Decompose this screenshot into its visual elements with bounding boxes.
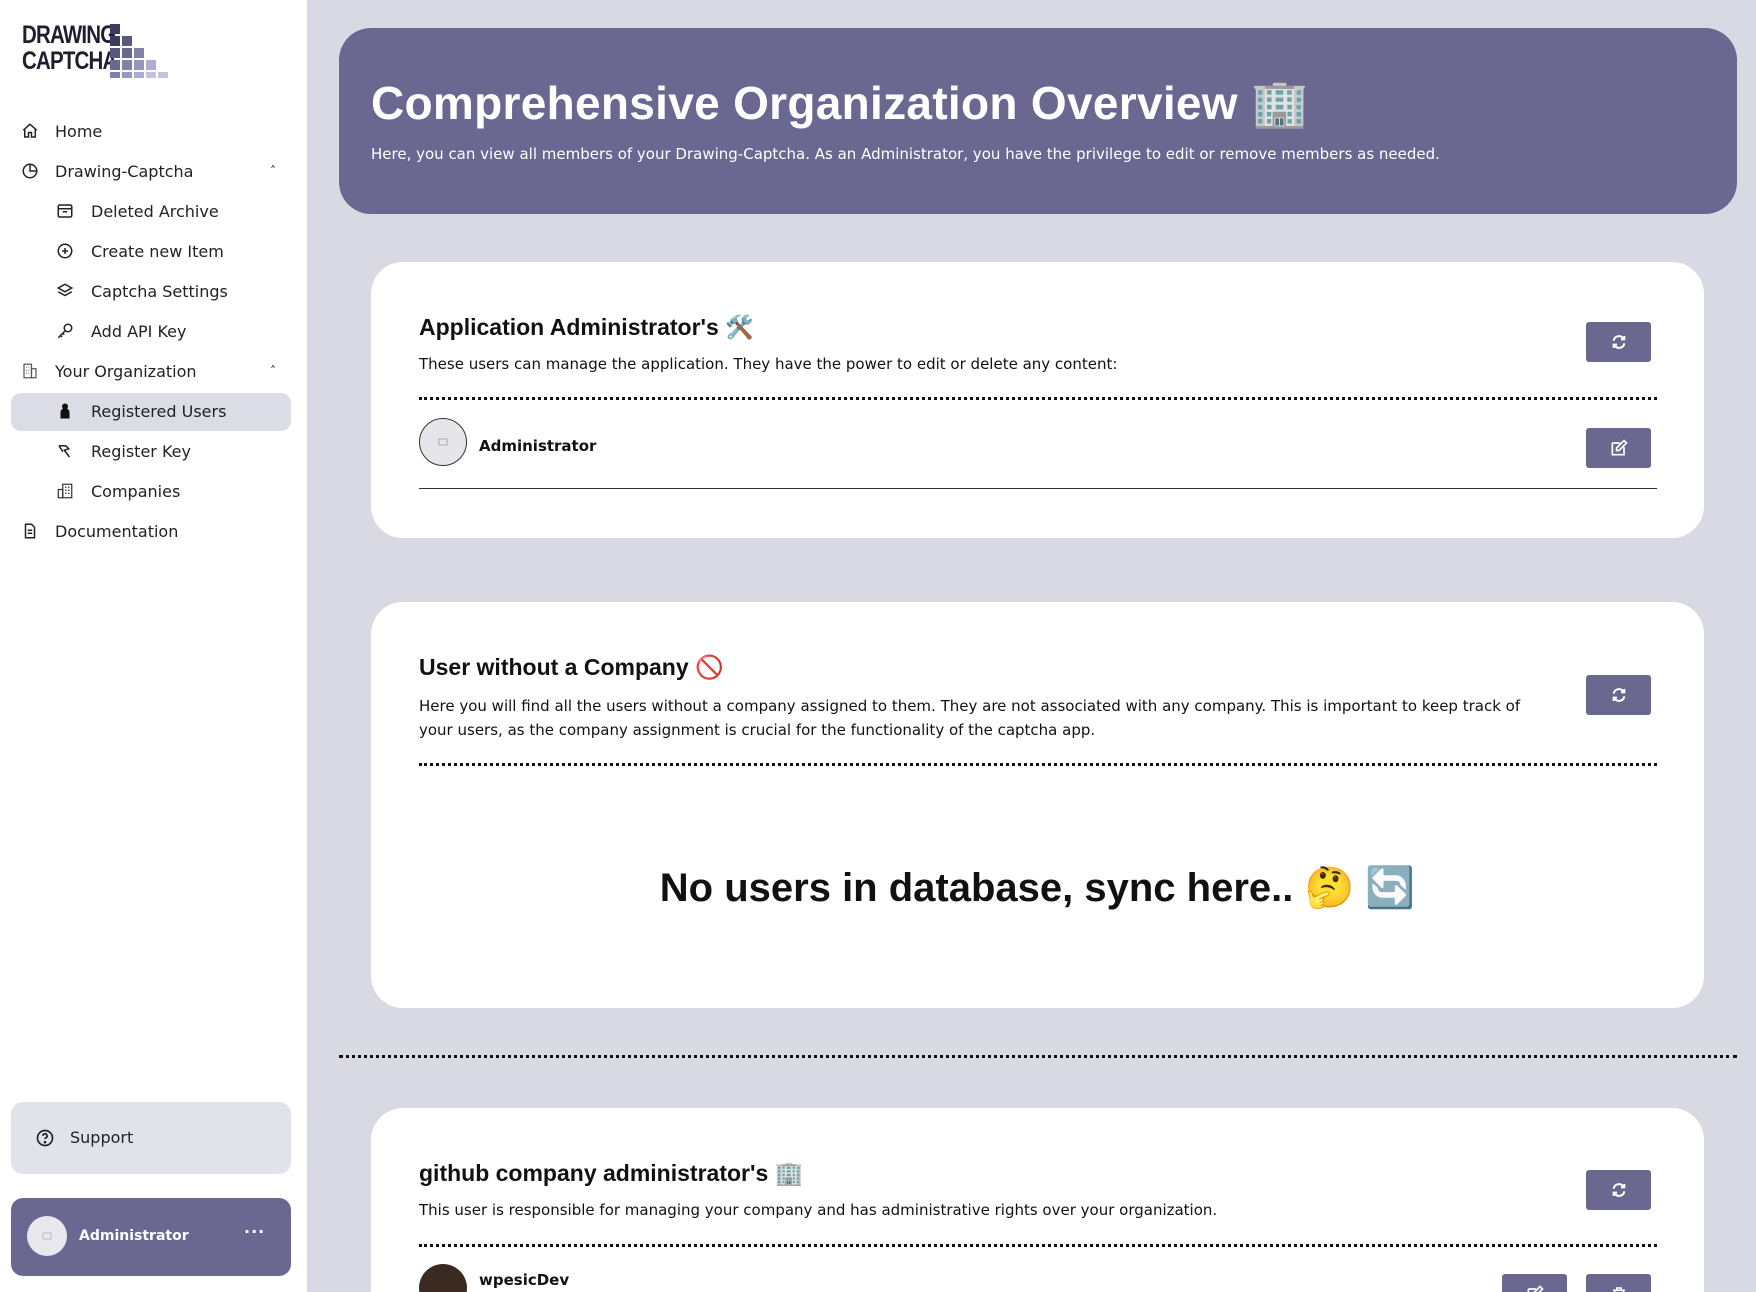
home-icon: [20, 121, 40, 141]
sidebar-nav: Home Drawing-Captcha ˄ Deleted Archive C…: [0, 111, 307, 551]
edit-button[interactable]: [1502, 1274, 1567, 1292]
sidebar-item-label: Add API Key: [91, 321, 187, 341]
company-admins-card: github company administrator's 🏢 This us…: [371, 1108, 1704, 1292]
sidebar-item-home[interactable]: Home: [0, 111, 307, 151]
more-options-icon[interactable]: ···: [244, 1222, 265, 1241]
no-company-card: User without a Company 🚫 Here you will f…: [371, 602, 1704, 1008]
section-divider: [339, 1055, 1737, 1058]
divider: [419, 763, 1657, 766]
sidebar-item-label: Create new Item: [91, 241, 224, 261]
sidebar-item-captcha-settings[interactable]: Captcha Settings: [0, 271, 307, 311]
divider: [419, 397, 1657, 400]
sidebar-item-label: Register Key: [91, 441, 191, 461]
sidebar-item-your-organization[interactable]: Your Organization ˄: [0, 351, 307, 391]
sidebar-item-documentation[interactable]: Documentation: [0, 511, 307, 551]
sidebar-item-label: Captcha Settings: [91, 281, 228, 301]
section-title: User without a Company 🚫: [419, 654, 724, 680]
section-description: This user is responsible for managing yo…: [419, 1201, 1218, 1219]
chevron-up-icon[interactable]: ˄: [270, 364, 276, 378]
sidebar-item-label: Deleted Archive: [91, 201, 219, 221]
sidebar-item-label: Home: [55, 121, 103, 141]
sidebar: DRAWING CAPTCHA Home Drawing-Captcha ˄ D…: [0, 0, 307, 1292]
archive-icon: [55, 201, 75, 221]
question-circle-icon: [35, 1128, 55, 1148]
sidebar-item-label: Documentation: [55, 521, 179, 541]
divider: [419, 488, 1657, 489]
sync-button[interactable]: [1586, 1170, 1651, 1210]
sidebar-item-label: Drawing-Captcha: [55, 161, 194, 181]
layers-icon: [55, 281, 75, 301]
section-description: Here you will find all the users without…: [419, 697, 1521, 739]
plus-circle-icon: [55, 241, 75, 261]
section-title: github company administrator's 🏢: [419, 1160, 804, 1186]
pie-chart-icon: [20, 161, 40, 181]
avatar: [419, 418, 467, 466]
sidebar-item-create-new-item[interactable]: Create new Item: [0, 231, 307, 271]
refresh-icon: [1612, 1183, 1625, 1197]
user-profile[interactable]: Administrator ···: [11, 1198, 291, 1276]
section-title: Application Administrator's 🛠️: [419, 314, 754, 340]
logo-line-2: CAPTCHA: [22, 47, 117, 75]
app-admins-card: Application Administrator's 🛠️ These use…: [371, 262, 1704, 538]
chevron-up-icon[interactable]: ˄: [270, 164, 276, 178]
page-header: Comprehensive Organization Overview 🏢 He…: [339, 28, 1737, 214]
sidebar-item-deleted-archive[interactable]: Deleted Archive: [0, 191, 307, 231]
avatar: [27, 1216, 67, 1256]
empty-state-message[interactable]: No users in database, sync here.. 🤔 🔄: [371, 864, 1704, 911]
sidebar-item-register-key[interactable]: Register Key: [0, 431, 307, 471]
sidebar-item-label: Registered Users: [91, 401, 227, 421]
divider: [419, 1244, 1657, 1247]
logo[interactable]: DRAWING CAPTCHA: [22, 22, 172, 82]
person-icon: [55, 401, 75, 421]
user-name: Administrator: [79, 1228, 189, 1244]
sidebar-item-companies[interactable]: Companies: [0, 471, 307, 511]
sidebar-item-drawing-captcha[interactable]: Drawing-Captcha ˄: [0, 151, 307, 191]
sidebar-item-label: Companies: [91, 481, 181, 501]
refresh-icon: [1612, 335, 1625, 349]
office-building-icon: [55, 481, 75, 501]
edit-icon: [1611, 439, 1628, 456]
building-icon: [20, 361, 40, 381]
refresh-icon: [1612, 688, 1625, 702]
support-label: Support: [70, 1128, 134, 1147]
logo-text: DRAWING CAPTCHA: [22, 21, 117, 75]
member-name: wpesicDev: [479, 1271, 570, 1289]
sidebar-item-registered-users[interactable]: Registered Users: [0, 391, 307, 431]
member-name: Administrator: [479, 437, 597, 455]
edit-button[interactable]: [1586, 428, 1651, 468]
edit-icon: [1527, 1285, 1544, 1292]
trash-icon: [1612, 1287, 1625, 1292]
delete-button[interactable]: [1586, 1274, 1651, 1292]
sync-button[interactable]: [1586, 322, 1651, 362]
section-description: These users can manage the application. …: [419, 355, 1118, 373]
support-button[interactable]: Support: [11, 1102, 291, 1174]
logo-line-1: DRAWING: [22, 21, 116, 49]
key-hand-icon: [55, 441, 75, 461]
sidebar-item-label: Your Organization: [55, 361, 197, 381]
page-title: Comprehensive Organization Overview 🏢: [371, 77, 1309, 129]
key-icon: [55, 321, 75, 341]
page-subtitle: Here, you can view all members of your D…: [371, 145, 1440, 163]
avatar: [419, 1264, 467, 1292]
sync-button[interactable]: [1586, 675, 1651, 715]
document-icon: [20, 521, 40, 541]
sidebar-item-add-api-key[interactable]: Add API Key: [0, 311, 307, 351]
logo-blocks-icon: [110, 24, 184, 80]
